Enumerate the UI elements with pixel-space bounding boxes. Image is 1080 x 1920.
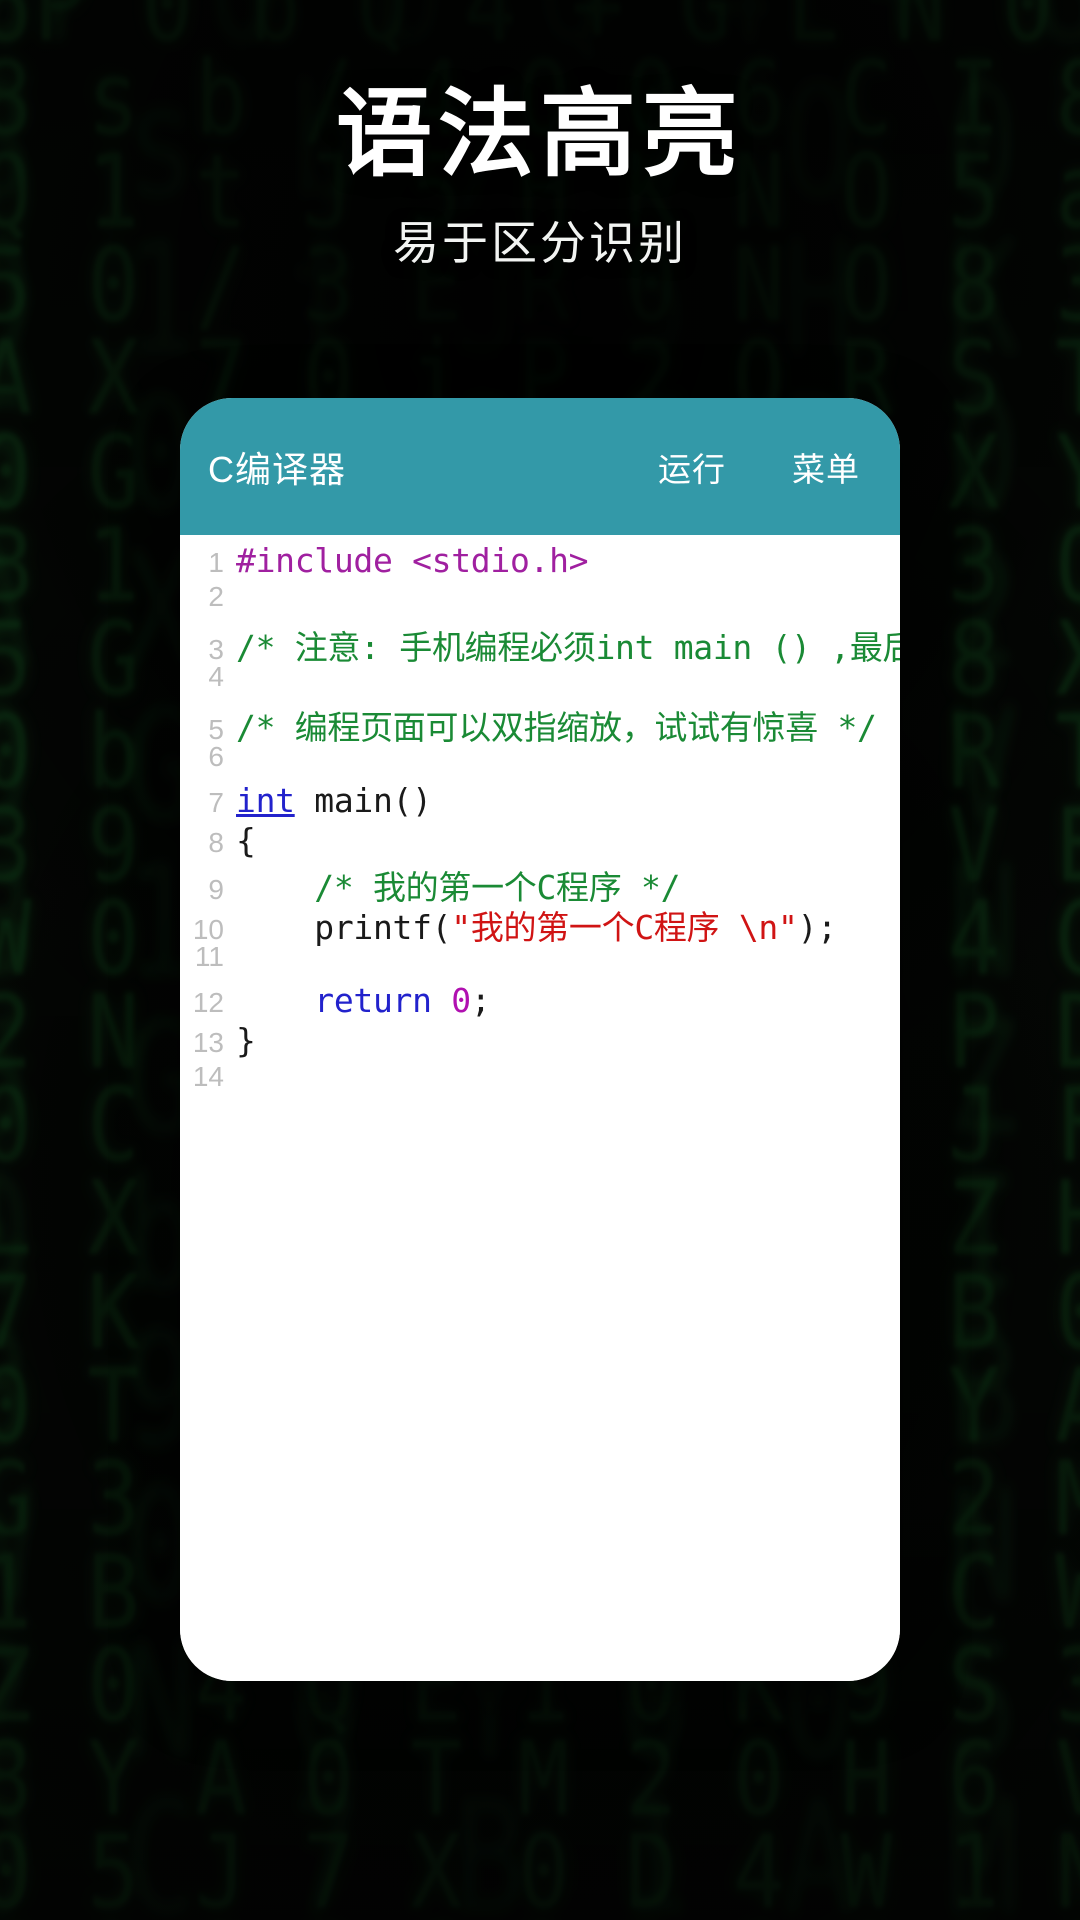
line-content[interactable]: int main() <box>236 781 900 820</box>
code-line[interactable]: 5/* 编程页面可以双指缩放，试试有惊喜 */ <box>180 701 900 747</box>
line-number: 4 <box>208 661 224 692</box>
line-number: 9 <box>208 874 224 905</box>
code-line[interactable]: 8{ <box>180 821 900 861</box>
code-line[interactable]: 2 <box>180 581 900 621</box>
code-token: int <box>236 781 295 820</box>
line-number: 13 <box>192 1027 224 1058</box>
line-number: 11 <box>194 941 224 972</box>
code-token: /* 注意: 手机编程必须int main () ,最后re <box>236 628 900 667</box>
code-line[interactable]: 9 /* 我的第一个C程序 */ <box>180 861 900 907</box>
run-button[interactable]: 运行 <box>658 443 726 491</box>
code-token: /* 编程页面可以双指缩放，试试有惊喜 */ <box>236 708 877 747</box>
line-content[interactable]: /* 编程页面可以双指缩放，试试有惊喜 */ <box>236 701 900 749</box>
line-number: 12 <box>192 987 224 1018</box>
code-line[interactable]: 12 return 0; <box>180 981 900 1021</box>
line-content[interactable]: printf("我的第一个C程序 \n"); <box>236 901 900 949</box>
page-subtitle: 易于区分识别 <box>393 217 687 270</box>
code-line[interactable]: 3/* 注意: 手机编程必须int main () ,最后re <box>180 621 900 667</box>
line-content[interactable]: { <box>236 821 900 860</box>
code-token: printf( <box>236 908 452 947</box>
line-number: 7 <box>208 787 224 818</box>
app-bar: C编译器 运行 菜单 <box>180 398 900 535</box>
line-number: 14 <box>192 1061 224 1092</box>
code-line[interactable]: 10 printf("我的第一个C程序 \n"); <box>180 901 900 947</box>
line-content[interactable]: } <box>236 1021 900 1060</box>
line-number: 6 <box>208 741 224 772</box>
code-token: "我的第一个C程序 \n" <box>451 908 798 947</box>
code-line[interactable]: 1 #include <stdio.h> <box>180 541 900 581</box>
line-number: 2 <box>208 581 224 612</box>
code-token: return <box>314 981 432 1020</box>
line-content[interactable]: /* 注意: 手机编程必须int main () ,最后re <box>236 621 900 669</box>
line-number: 1 <box>208 547 224 578</box>
phone-mockup-card: C编译器 运行 菜单 1 #include <stdio.h> 2 3/* 注意: 手… <box>180 398 900 1681</box>
code-token: { <box>236 821 256 860</box>
menu-button[interactable]: 菜单 <box>792 443 860 491</box>
line-content[interactable]: #include <stdio.h> <box>236 541 900 580</box>
page-title: 语法高亮 <box>336 81 744 188</box>
code-line[interactable]: 13} <box>180 1021 900 1061</box>
code-token: 0 <box>451 981 471 1020</box>
line-content[interactable]: return 0; <box>236 981 900 1020</box>
code-token: main() <box>294 781 432 820</box>
code-line[interactable]: 7 int main() <box>180 781 900 821</box>
code-token: } <box>236 1021 256 1060</box>
hero-section: 语法高亮 易于区分识别 <box>0 78 1080 273</box>
code-editor[interactable]: 1 #include <stdio.h> 2 3/* 注意: 手机编程必须int ma… <box>180 535 900 1681</box>
code-line[interactable]: 14 <box>180 1061 900 1101</box>
app-title: C编译器 <box>208 448 346 490</box>
line-number: 8 <box>208 827 224 858</box>
code-token: ); <box>797 908 837 947</box>
code-token: #include <stdio.h> <box>236 541 589 580</box>
code-token: ; <box>470 981 491 1020</box>
